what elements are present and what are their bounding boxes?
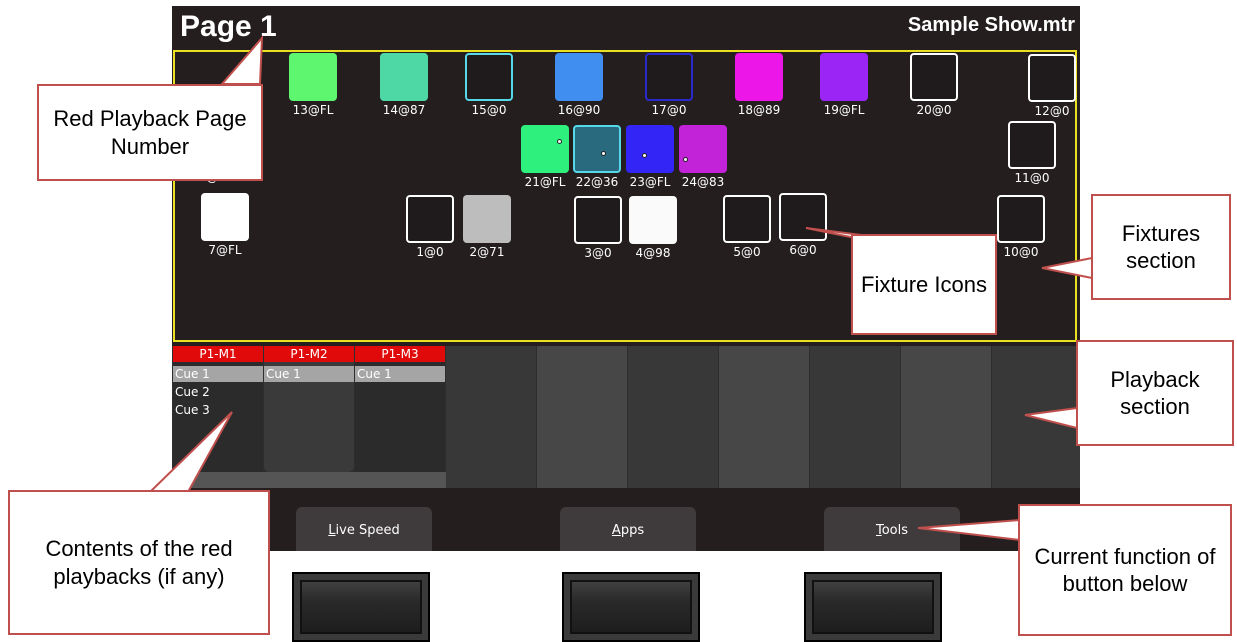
callout-fixture-icons: Fixture Icons bbox=[851, 234, 997, 335]
callout-playback-section: Playback section bbox=[1076, 340, 1234, 446]
callout-button-function: Current function of button below bbox=[1018, 504, 1232, 636]
callout-fixtures-section: Fixtures section bbox=[1091, 194, 1231, 300]
callout-red-playback-contents: Contents of the red playbacks (if any) bbox=[8, 490, 270, 635]
callout-page-number: Red Playback Page Number bbox=[37, 84, 263, 181]
